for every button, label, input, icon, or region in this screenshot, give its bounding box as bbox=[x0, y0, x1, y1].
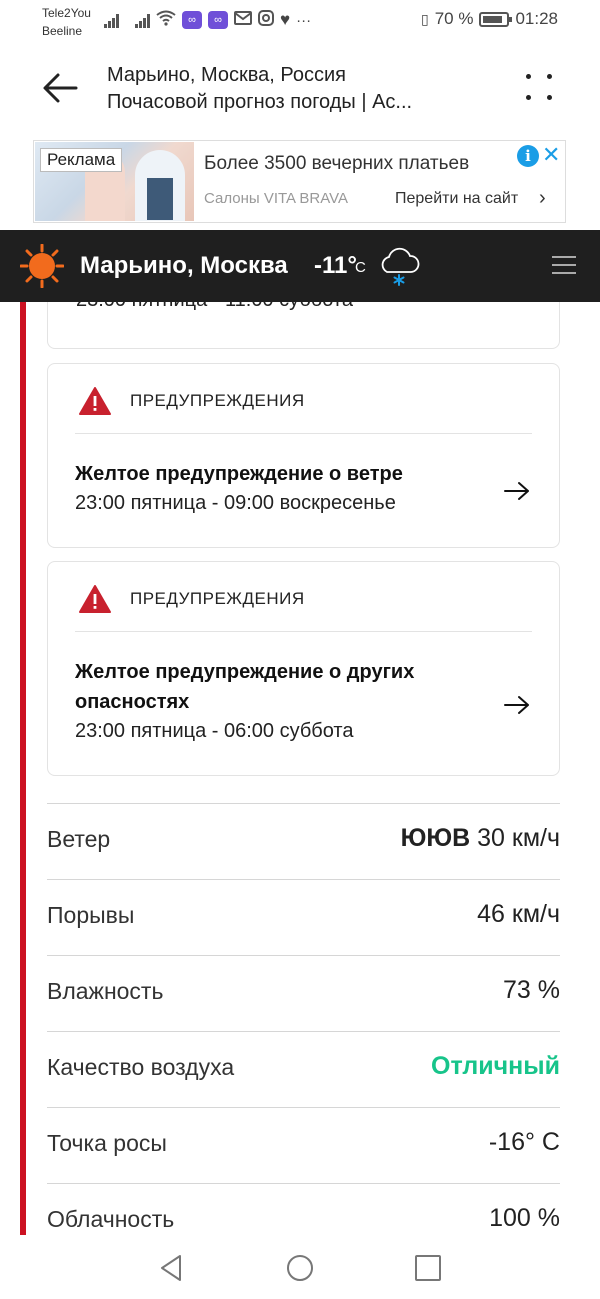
alert-card[interactable]: ПРЕДУПРЕЖДЕНИЯ Желтое предупреждение о д… bbox=[47, 561, 560, 776]
alert-card-partial[interactable]: 23:00 пятница - 11:00 суббота bbox=[47, 302, 560, 349]
site-header: Марьино, Москва -11° C bbox=[0, 230, 600, 302]
status-right: ▯ 70 % 01:28 bbox=[421, 9, 558, 29]
ad-info-icon[interactable]: i bbox=[517, 145, 539, 167]
instagram-icon bbox=[258, 10, 274, 30]
wind-direction: ЮЮВ bbox=[400, 824, 471, 852]
weather-content: 23:00 пятница - 11:00 суббота ПРЕДУПРЕЖД… bbox=[0, 302, 600, 1235]
warning-triangle-icon bbox=[79, 585, 111, 613]
signal-icon bbox=[104, 12, 119, 28]
cloud-cover-label: Облачность bbox=[47, 1206, 175, 1232]
wind-value: ЮЮВ 30 км/ч bbox=[401, 824, 560, 853]
alert-time: 23:00 пятница - 06:00 суббота bbox=[75, 720, 354, 742]
page-subtitle: Почасовой прогноз погоды | Ac... bbox=[107, 91, 413, 113]
wifi-icon bbox=[156, 10, 176, 30]
temperature-unit: C bbox=[355, 259, 366, 276]
more-notifications-icon: ··· bbox=[296, 11, 312, 29]
divider bbox=[75, 631, 532, 632]
app-header: Марьино, Москва, Россия Почасовой прогно… bbox=[0, 44, 600, 134]
recents-square-icon[interactable] bbox=[413, 1253, 443, 1283]
accent-rule bbox=[20, 302, 26, 1235]
mail-icon bbox=[234, 11, 252, 29]
current-city[interactable]: Марьино, Москва bbox=[80, 252, 288, 280]
cloud-cover-value: 100 % bbox=[489, 1204, 560, 1232]
warning-triangle-icon bbox=[79, 387, 111, 415]
app-notification-icon: ∞ bbox=[182, 11, 202, 29]
carrier-names: Tele2You Beeline bbox=[42, 4, 91, 40]
current-temperature: -11° bbox=[314, 252, 357, 279]
alert-card[interactable]: ПРЕДУПРЕЖДЕНИЯ Желтое предупреждение о в… bbox=[47, 363, 560, 548]
divider bbox=[47, 1183, 560, 1184]
battery-icon bbox=[479, 11, 513, 27]
page-title: Марьино, Москва, Россия bbox=[107, 64, 346, 86]
sun-logo-icon[interactable] bbox=[19, 243, 65, 289]
divider bbox=[47, 1107, 560, 1108]
air-quality-value[interactable]: Отличный bbox=[431, 1052, 560, 1081]
alert-time: 23:00 пятница - 09:00 воскресенье bbox=[75, 492, 396, 514]
ad-title[interactable]: Более 3500 вечерних платьев bbox=[204, 153, 469, 175]
hamburger-menu-icon[interactable] bbox=[552, 256, 576, 276]
notification-icons: ∞ ∞ ♥ ··· bbox=[104, 10, 311, 30]
wind-label: Ветер bbox=[47, 826, 111, 852]
divider bbox=[47, 955, 560, 956]
arrow-right-icon[interactable] bbox=[504, 695, 530, 715]
chevron-right-icon[interactable]: › bbox=[539, 187, 546, 210]
carrier-1: Tele2You bbox=[42, 6, 91, 20]
arrow-right-icon[interactable] bbox=[504, 481, 530, 501]
back-triangle-icon[interactable] bbox=[157, 1253, 187, 1283]
humidity-label: Влажность bbox=[47, 978, 164, 1004]
divider bbox=[75, 433, 532, 434]
dew-point-label: Точка росы bbox=[47, 1130, 167, 1156]
alert-header: ПРЕДУПРЕЖДЕНИЯ bbox=[78, 584, 305, 614]
dew-point-value: -16° C bbox=[488, 1128, 560, 1156]
ad-label: Реклама bbox=[40, 148, 123, 172]
status-bar: Tele2You Beeline ∞ ∞ ♥ ··· ▯ 70 % 01:28 bbox=[0, 0, 600, 44]
divider bbox=[47, 879, 560, 880]
gusts-label: Порывы bbox=[47, 902, 135, 928]
gusts-value: 46 км/ч bbox=[477, 900, 560, 928]
alert-header: ПРЕДУПРЕЖДЕНИЯ bbox=[78, 386, 305, 416]
divider bbox=[47, 1031, 560, 1032]
humidity-value: 73 % bbox=[503, 976, 560, 1004]
system-nav-bar bbox=[0, 1235, 600, 1299]
back-arrow-icon[interactable] bbox=[40, 70, 80, 106]
divider bbox=[47, 803, 560, 804]
alert-heading: ПРЕДУПРЕЖДЕНИЯ bbox=[130, 391, 305, 410]
battery-percent: 70 % bbox=[434, 9, 474, 28]
signal-icon bbox=[135, 12, 150, 28]
air-quality-label: Качество воздуха bbox=[47, 1054, 235, 1080]
alert-name: Желтое предупреждение о других опасностя… bbox=[75, 661, 415, 713]
ad-cta-link[interactable]: Перейти на сайт bbox=[395, 190, 518, 208]
alert-time: 23:00 пятница - 11:00 суббота bbox=[76, 302, 353, 312]
more-options-icon[interactable] bbox=[522, 70, 558, 106]
wind-speed: 30 км/ч bbox=[477, 824, 560, 852]
ad-sponsor: Салоны VITA BRAVA bbox=[204, 190, 349, 207]
snow-cloud-icon bbox=[381, 247, 420, 286]
clock: 01:28 bbox=[515, 9, 558, 28]
vibrate-icon: ▯ bbox=[420, 10, 429, 27]
ad-banner[interactable]: Реклама Более 3500 вечерних платьев Сало… bbox=[33, 140, 566, 223]
alert-heading: ПРЕДУПРЕЖДЕНИЯ bbox=[130, 589, 305, 608]
home-circle-icon[interactable] bbox=[285, 1253, 315, 1283]
ad-close-icon[interactable]: ✕ bbox=[542, 142, 560, 168]
app-notification-icon: ∞ bbox=[208, 11, 228, 29]
alert-name: Желтое предупреждение о ветре bbox=[75, 463, 403, 485]
heart-icon: ♥ bbox=[280, 10, 291, 29]
carrier-2: Beeline bbox=[42, 24, 83, 38]
